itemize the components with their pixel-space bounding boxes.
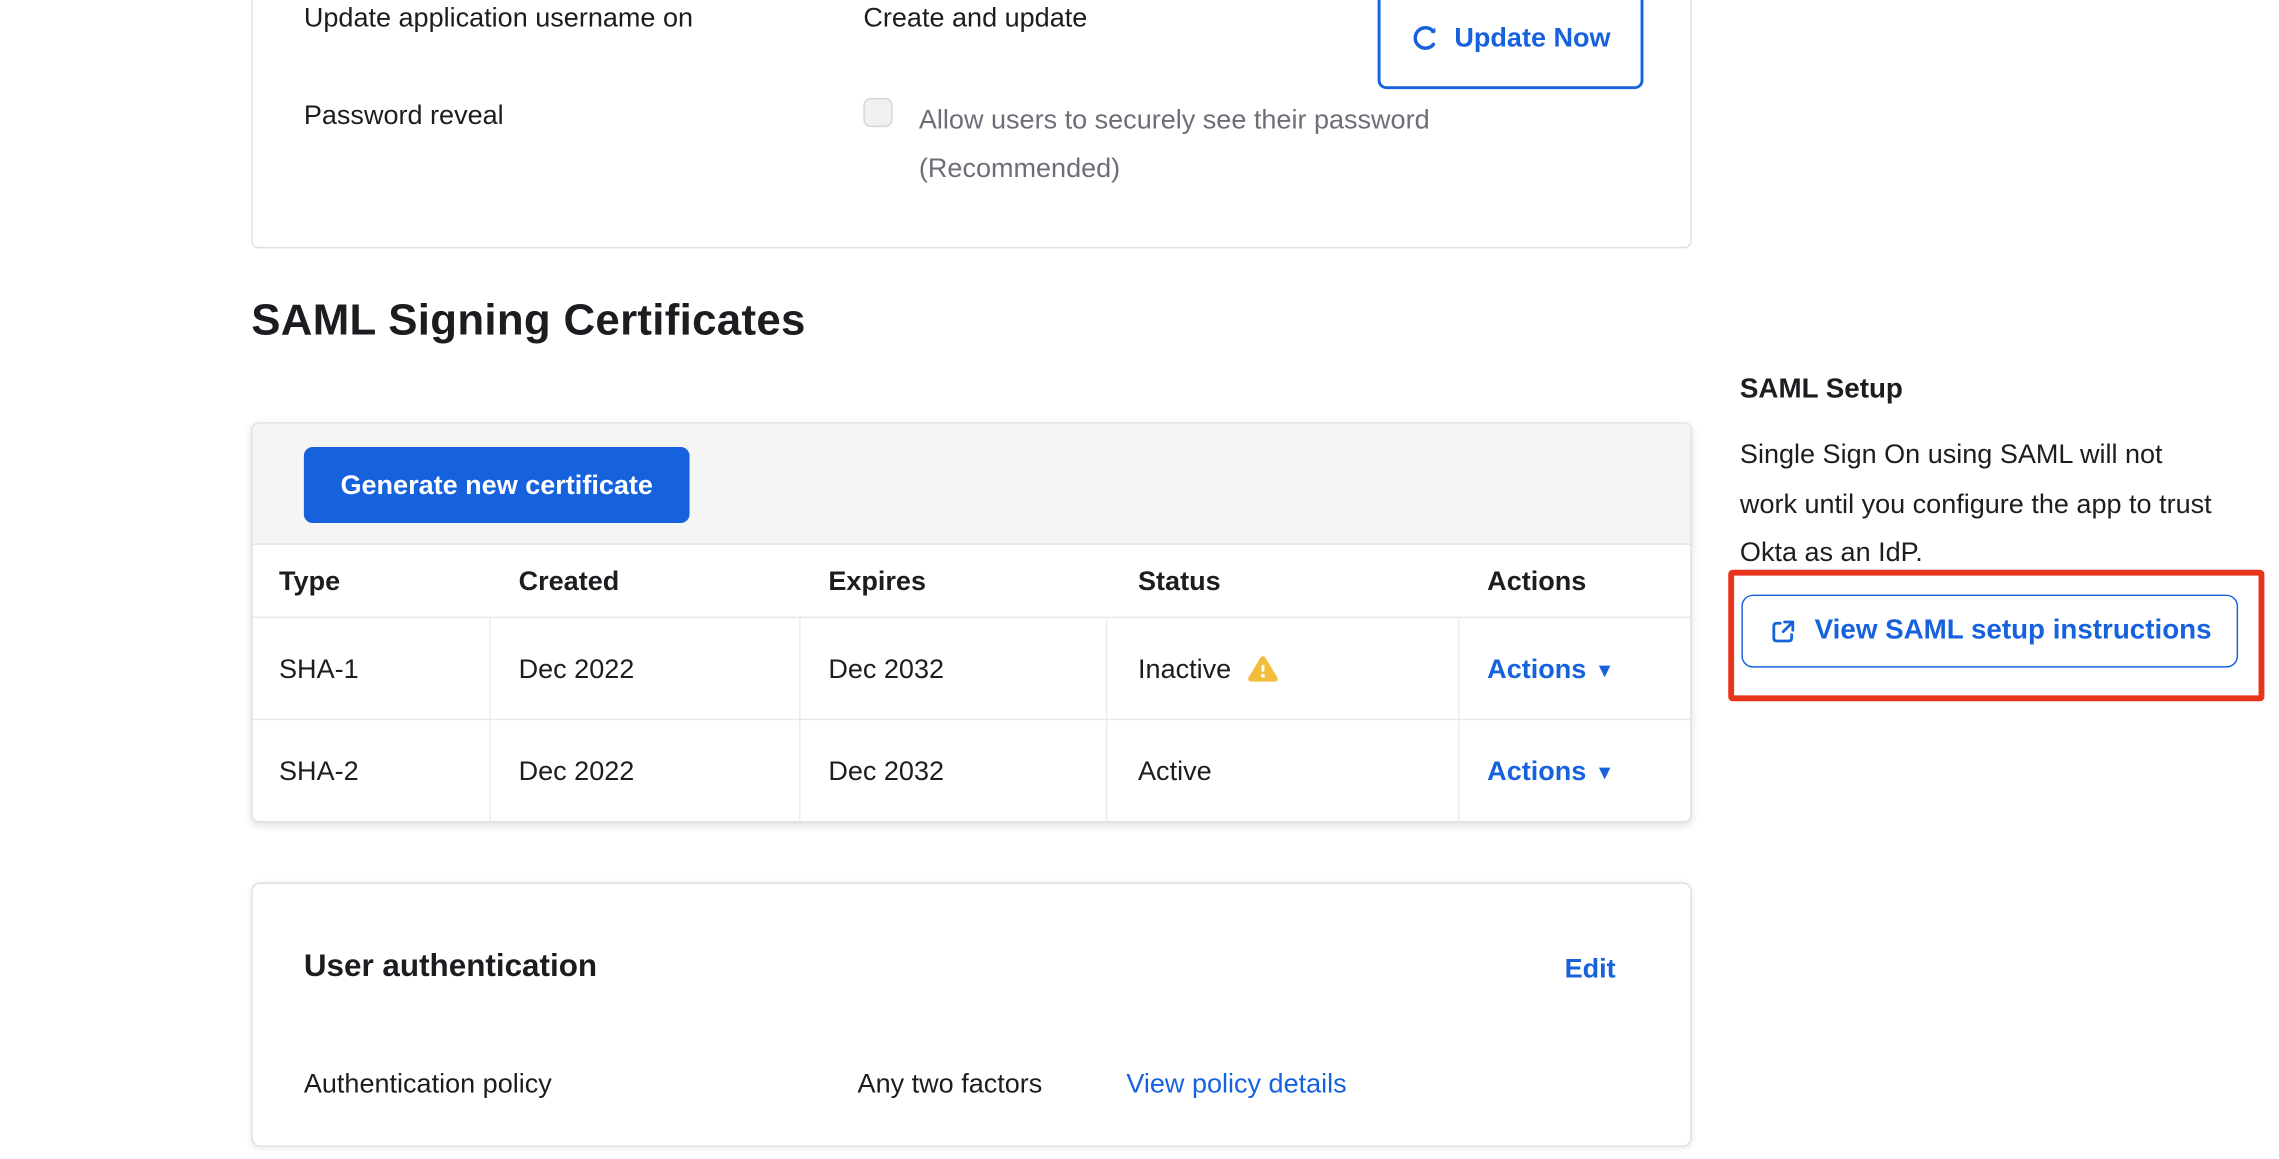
password-reveal-description: Allow users to securely see their passwo… (919, 95, 1518, 191)
saml-setup-description: Single Sign On using SAML will not work … (1740, 430, 2225, 577)
cert-type: SHA-1 (253, 618, 491, 719)
view-saml-setup-instructions-label: View SAML setup instructions (1815, 615, 2212, 647)
view-policy-details-link[interactable]: View policy details (1126, 1068, 1346, 1100)
edit-link[interactable]: Edit (1565, 953, 1616, 985)
actions-label: Actions (1487, 755, 1586, 787)
authentication-policy-label: Authentication policy (304, 1068, 552, 1100)
table-header-row: Type Created Expires Status Actions (253, 545, 1691, 617)
actions-menu-button[interactable]: Actions ▾ (1487, 652, 1610, 684)
warning-icon[interactable] (1247, 654, 1278, 683)
cert-expires: Dec 2032 (801, 720, 1108, 821)
column-header-actions: Actions (1459, 545, 1690, 617)
status-text: Inactive (1138, 652, 1231, 684)
cert-status: Inactive (1107, 618, 1459, 719)
status-text: Active (1138, 755, 1212, 787)
cert-created: Dec 2022 (491, 720, 801, 821)
caret-down-icon: ▾ (1599, 658, 1609, 678)
user-authentication-heading: User authentication (304, 948, 597, 985)
cert-type: SHA-2 (253, 720, 491, 821)
cert-expires: Dec 2032 (801, 618, 1108, 719)
column-header-expires: Expires (801, 545, 1108, 617)
update-now-button[interactable]: Update Now (1378, 0, 1644, 89)
saml-setup-heading: SAML Setup (1740, 374, 1903, 406)
user-authentication-panel: User authentication Edit Authentication … (251, 882, 1691, 1146)
caret-down-icon: ▾ (1599, 760, 1609, 780)
cert-status: Active (1107, 720, 1459, 821)
password-reveal-checkbox[interactable] (863, 98, 892, 127)
column-header-status: Status (1107, 545, 1459, 617)
update-username-value: Create and update (863, 0, 1087, 37)
refresh-icon (1411, 23, 1440, 52)
authentication-policy-value: Any two factors (858, 1068, 1043, 1100)
view-saml-setup-instructions-button[interactable]: View SAML setup instructions (1741, 595, 2238, 668)
password-reveal-label: Password reveal (304, 95, 504, 134)
table-row: SHA-2 Dec 2022 Dec 2032 Active Actions ▾ (253, 719, 1691, 821)
generate-certificate-button[interactable]: Generate new certificate (304, 447, 690, 523)
column-header-created: Created (491, 545, 801, 617)
update-now-label: Update Now (1454, 22, 1610, 54)
app-signon-settings-page: Update application username on Create an… (0, 0, 2279, 1158)
page-title: SAML Signing Certificates (251, 297, 805, 347)
table-row: SHA-1 Dec 2022 Dec 2032 Inactive (253, 616, 1691, 718)
cert-created: Dec 2022 (491, 618, 801, 719)
cert-actions-cell: Actions ▾ (1459, 618, 1690, 719)
actions-label: Actions (1487, 652, 1586, 684)
external-link-icon (1768, 616, 1799, 647)
actions-menu-button[interactable]: Actions ▾ (1487, 755, 1610, 787)
saml-certificates-panel: Generate new certificate Type Created Ex… (251, 422, 1691, 822)
column-header-type: Type (253, 545, 491, 617)
cert-actions-cell: Actions ▾ (1459, 720, 1690, 821)
signon-settings-panel: Update application username on Create an… (251, 0, 1691, 248)
update-username-label: Update application username on (304, 0, 693, 37)
certificates-table: Type Created Expires Status Actions SHA-… (253, 545, 1691, 821)
certificates-panel-header: Generate new certificate (253, 424, 1691, 545)
